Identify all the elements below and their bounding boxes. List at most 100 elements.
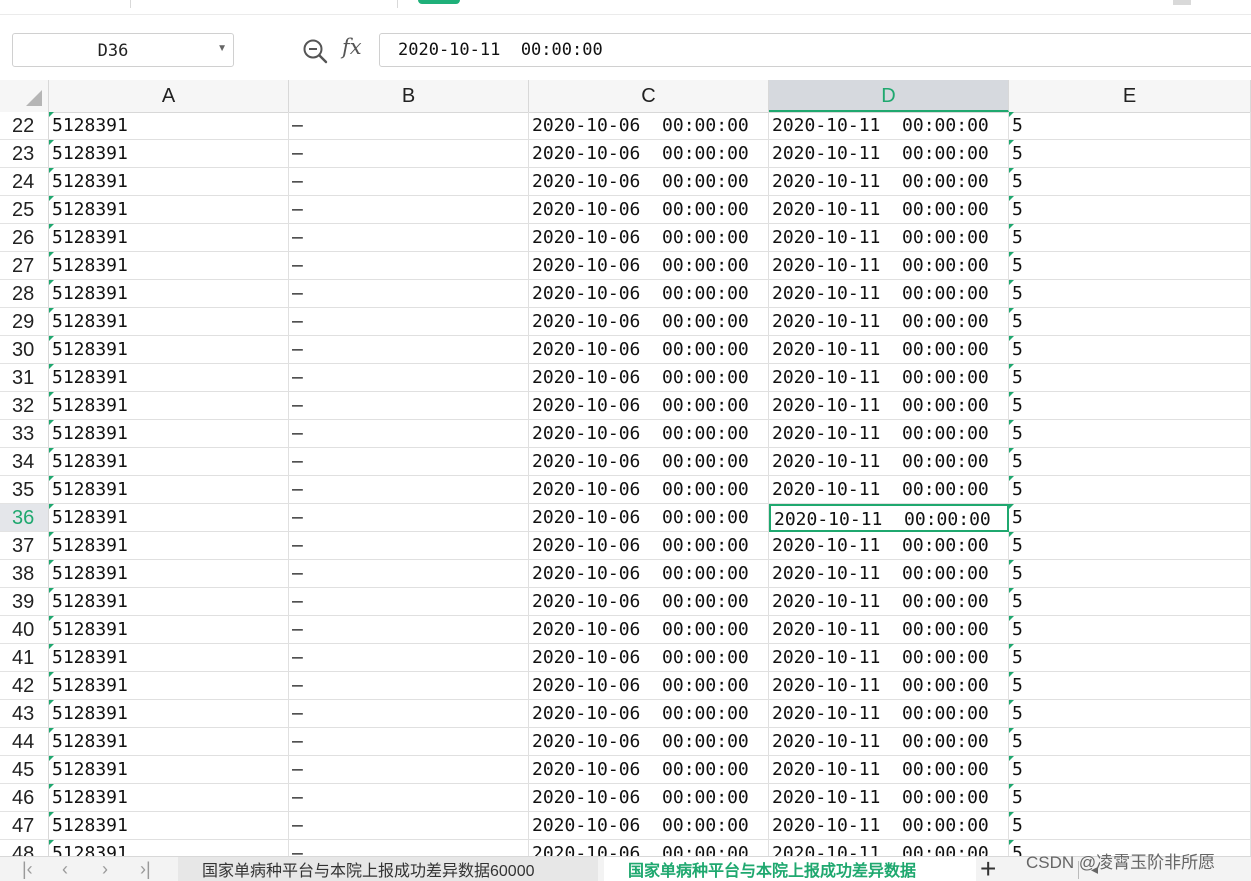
cell-a[interactable]: 5128391 [49,308,289,336]
cell-e[interactable]: 5 [1009,448,1251,476]
cell-b[interactable]: – [289,840,529,856]
cell-a[interactable]: 5128391 [49,252,289,280]
cell-a[interactable]: 5128391 [49,672,289,700]
cell-d[interactable]: 2020-10-11 00:00:00 [769,588,1009,616]
cell-c[interactable]: 2020-10-06 00:00:00 [529,196,769,224]
cell-c[interactable]: 2020-10-06 00:00:00 [529,812,769,840]
row-header[interactable]: 37 [0,532,49,560]
row-header[interactable]: 42 [0,672,49,700]
cell-b[interactable]: – [289,812,529,840]
row-header[interactable]: 46 [0,784,49,812]
name-box[interactable]: D36 ▼ [12,33,234,67]
cell-d[interactable]: 2020-10-11 00:00:00 [769,112,1009,140]
column-header-e[interactable]: E [1009,80,1251,112]
cell-c[interactable]: 2020-10-06 00:00:00 [529,476,769,504]
cell-a[interactable]: 5128391 [49,196,289,224]
cell-a[interactable]: 5128391 [49,476,289,504]
first-sheet-icon[interactable]: |‹ [22,859,33,880]
cell-a[interactable]: 5128391 [49,840,289,856]
cell-c[interactable]: 2020-10-06 00:00:00 [529,532,769,560]
cell-b[interactable]: – [289,280,529,308]
sheet-tab-active[interactable]: 国家单病种平台与本院上报成功差异数据 [604,857,976,881]
cell-e[interactable]: 5 [1009,560,1251,588]
cell-a[interactable]: 5128391 [49,280,289,308]
cell-c[interactable]: 2020-10-06 00:00:00 [529,700,769,728]
cell-c[interactable]: 2020-10-06 00:00:00 [529,784,769,812]
cell-a[interactable]: 5128391 [49,448,289,476]
cell-e[interactable]: 5 [1009,644,1251,672]
cell-a[interactable]: 5128391 [49,532,289,560]
cell-b[interactable]: – [289,560,529,588]
cell-c[interactable]: 2020-10-06 00:00:00 [529,308,769,336]
cell-a[interactable]: 5128391 [49,140,289,168]
row-header[interactable]: 34 [0,448,49,476]
cell-a[interactable]: 5128391 [49,336,289,364]
cell-b[interactable]: – [289,336,529,364]
cell-b[interactable]: – [289,700,529,728]
cell-e[interactable]: 5 [1009,112,1251,140]
cell-e[interactable]: 5 [1009,392,1251,420]
plus-icon[interactable]: + [980,857,996,881]
row-header[interactable]: 28 [0,280,49,308]
cell-b[interactable]: – [289,252,529,280]
row-header[interactable]: 47 [0,812,49,840]
cell-b[interactable]: – [289,504,529,532]
cell-b[interactable]: – [289,728,529,756]
column-header-c[interactable]: C [529,80,769,112]
cell-a[interactable]: 5128391 [49,588,289,616]
cell-d[interactable]: 2020-10-11 00:00:00 [769,280,1009,308]
function-icon[interactable]: fx [342,35,362,59]
chevron-down-icon[interactable]: ▼ [217,43,227,54]
row-header[interactable]: 24 [0,168,49,196]
cell-e[interactable]: 5 [1009,168,1251,196]
cell-d[interactable]: 2020-10-11 00:00:00 [769,700,1009,728]
cell-e[interactable]: 5 [1009,784,1251,812]
cell-e[interactable]: 5 [1009,672,1251,700]
cell-b[interactable]: – [289,448,529,476]
cell-c[interactable]: 2020-10-06 00:00:00 [529,840,769,856]
cell-b[interactable]: – [289,672,529,700]
cell-d[interactable]: 2020-10-11 00:00:00 [769,140,1009,168]
cell-e[interactable]: 5 [1009,476,1251,504]
cell-c[interactable]: 2020-10-06 00:00:00 [529,112,769,140]
cell-a[interactable]: 5128391 [49,812,289,840]
cell-d[interactable]: 2020-10-11 00:00:00 [769,224,1009,252]
cell-a[interactable]: 5128391 [49,728,289,756]
cell-d[interactable]: 2020-10-11 00:00:00 [769,252,1009,280]
cell-d[interactable]: 2020-10-11 00:00:00 [769,392,1009,420]
column-header-a[interactable]: A [49,80,289,112]
cell-e[interactable]: 5 [1009,252,1251,280]
cell-b[interactable]: – [289,644,529,672]
cell-a[interactable]: 5128391 [49,784,289,812]
cell-c[interactable]: 2020-10-06 00:00:00 [529,420,769,448]
cell-d[interactable]: 2020-10-11 00:00:00 [769,448,1009,476]
cell-b[interactable]: – [289,392,529,420]
row-header[interactable]: 29 [0,308,49,336]
row-header[interactable]: 31 [0,364,49,392]
cell-a[interactable]: 5128391 [49,392,289,420]
cell-a[interactable]: 5128391 [49,168,289,196]
cell-e[interactable]: 5 [1009,224,1251,252]
cell-c[interactable]: 2020-10-06 00:00:00 [529,448,769,476]
cell-b[interactable]: – [289,588,529,616]
row-header[interactable]: 41 [0,644,49,672]
cell-a[interactable]: 5128391 [49,756,289,784]
row-header[interactable]: 23 [0,140,49,168]
select-all-corner[interactable] [0,80,49,112]
cell-d[interactable]: 2020-10-11 00:00:00 [769,364,1009,392]
cell-a[interactable]: 5128391 [49,224,289,252]
cell-c[interactable]: 2020-10-06 00:00:00 [529,756,769,784]
cell-d[interactable]: 2020-10-11 00:00:00 [769,504,1009,532]
cell-e[interactable]: 5 [1009,532,1251,560]
cell-d[interactable]: 2020-10-11 00:00:00 [769,756,1009,784]
cell-b[interactable]: – [289,140,529,168]
cell-d[interactable]: 2020-10-11 00:00:00 [769,476,1009,504]
cell-a[interactable]: 5128391 [49,700,289,728]
cell-d[interactable]: 2020-10-11 00:00:00 [769,616,1009,644]
cell-b[interactable]: – [289,168,529,196]
prev-sheet-icon[interactable]: ‹ [62,859,68,880]
cell-d[interactable]: 2020-10-11 00:00:00 [769,840,1009,856]
row-header[interactable]: 35 [0,476,49,504]
cell-c[interactable]: 2020-10-06 00:00:00 [529,392,769,420]
cell-a[interactable]: 5128391 [49,364,289,392]
